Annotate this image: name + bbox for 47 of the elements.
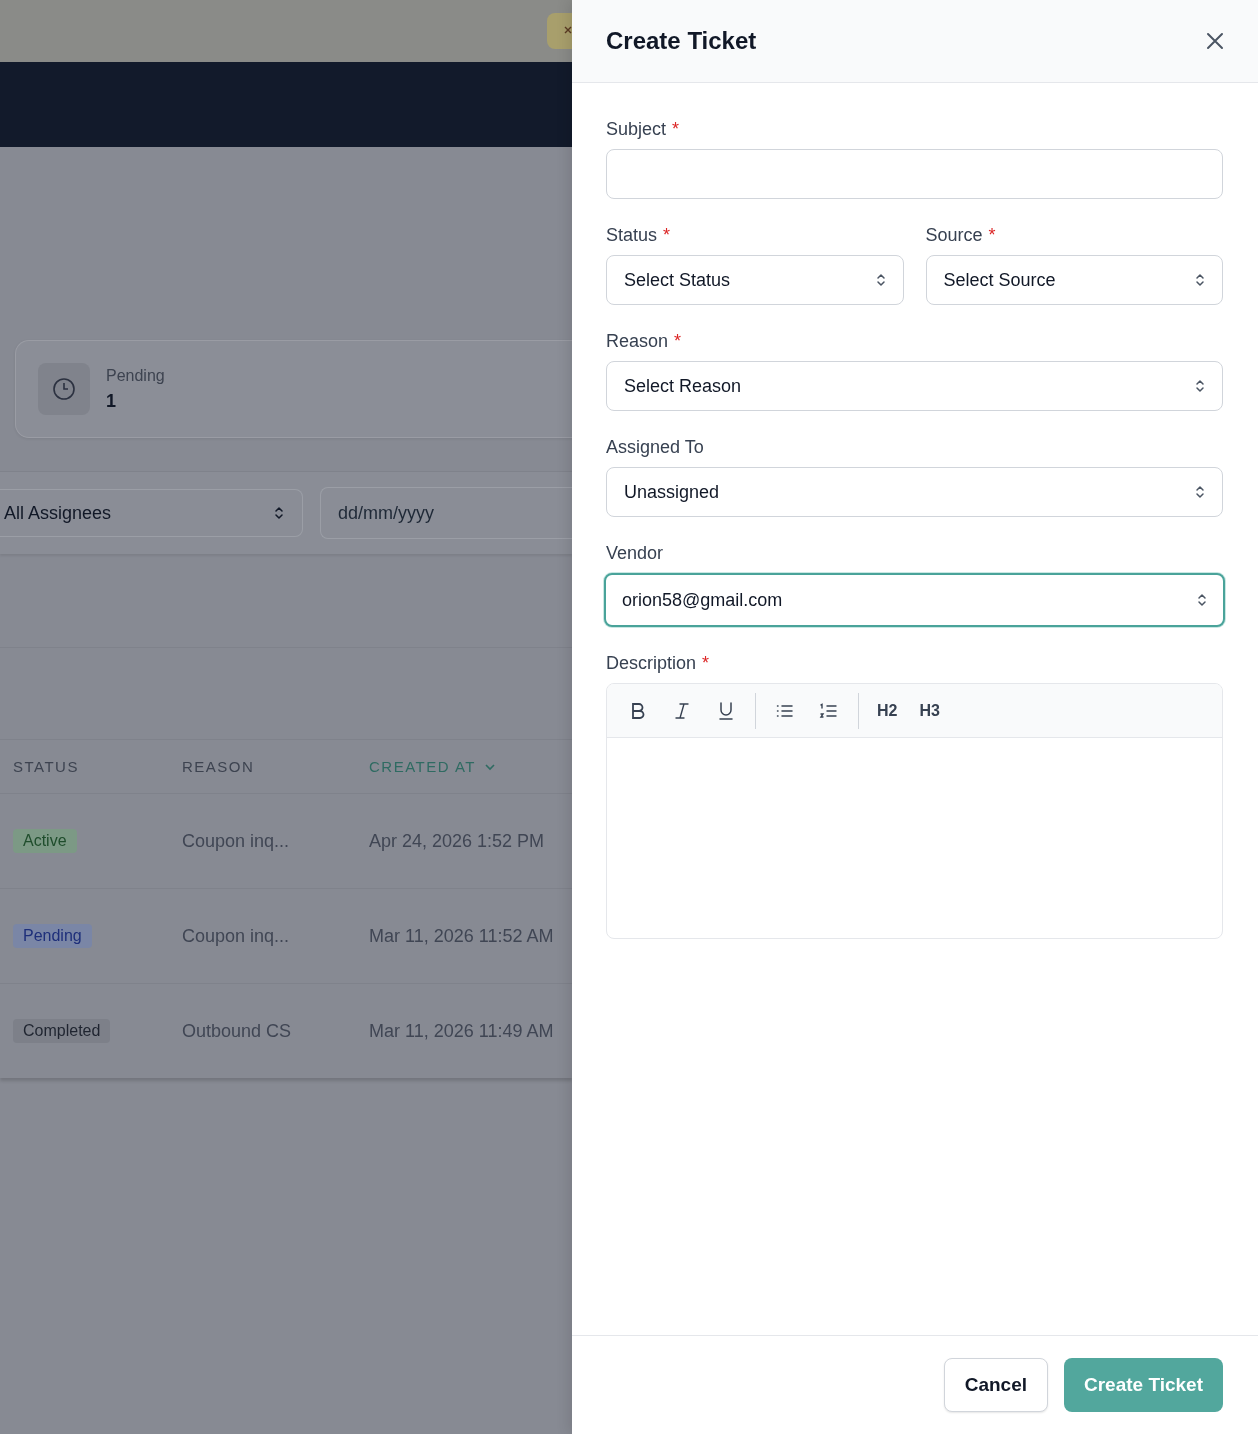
close-button[interactable]	[1206, 32, 1224, 50]
field-label: Assigned To	[606, 437, 704, 457]
date-field[interactable]: dd/mm/yyyy	[320, 487, 572, 539]
close-icon	[564, 26, 572, 36]
chevron-updown-icon	[1195, 484, 1205, 500]
status-badge: Pending	[13, 924, 92, 948]
chevron-updown-icon	[1195, 378, 1205, 394]
field-label: Status	[606, 225, 658, 245]
field-label: Description	[606, 653, 697, 673]
close-icon	[1206, 32, 1224, 50]
status-badge: Completed	[13, 1019, 111, 1043]
stat-value: 1	[106, 390, 117, 412]
table-cell-text: Coupon inq...	[181, 925, 291, 947]
table-cell-text: Apr 24, 2026 1:52 PM	[368, 830, 546, 852]
assignee-select[interactable]: All Assignees	[0, 489, 303, 537]
heading-button[interactable]: H2	[869, 695, 906, 726]
required-mark: *	[674, 331, 682, 351]
select-field[interactable]: Select Reason	[606, 361, 1223, 411]
field-label: Reason	[606, 331, 669, 351]
heading-button[interactable]: H3	[911, 695, 948, 726]
stat-label: Pending	[106, 366, 165, 385]
chevron-updown-icon	[875, 272, 886, 288]
clock-icon	[52, 377, 76, 401]
select-field[interactable]: Unassigned	[606, 467, 1223, 517]
cancel-button[interactable]: Cancel	[943, 1358, 1048, 1412]
chevron-updown-icon	[1195, 272, 1205, 288]
table-cell-text: Mar 11, 2026 11:52 AM	[368, 925, 555, 947]
rich-text-editor[interactable]: H2 H3	[606, 683, 1223, 939]
select-field[interactable]: orion58@gmail.com	[604, 573, 1225, 627]
text-field[interactable]	[606, 149, 1223, 199]
required-mark: *	[672, 119, 680, 139]
field-label: Subject	[606, 119, 667, 139]
table-cell-text: Coupon inq...	[181, 830, 291, 852]
chevron-updown-icon	[1197, 592, 1207, 608]
select-field[interactable]: Select Source	[925, 255, 1223, 305]
chevron-down-icon	[483, 762, 496, 771]
required-mark: *	[663, 225, 671, 245]
drawer-title: Create Ticket	[606, 27, 757, 55]
field-label: Vendor	[606, 543, 664, 563]
required-mark: *	[702, 653, 710, 673]
table-cell-text: Outbound CS	[181, 1020, 293, 1042]
chevron-updown-icon	[274, 505, 284, 521]
field-label: Source	[925, 225, 983, 245]
status-badge: Active	[13, 829, 77, 853]
table-cell-text: Mar 11, 2026 11:49 AM	[368, 1020, 555, 1042]
required-mark: *	[988, 225, 996, 245]
select-field[interactable]: Select Status	[606, 255, 904, 305]
